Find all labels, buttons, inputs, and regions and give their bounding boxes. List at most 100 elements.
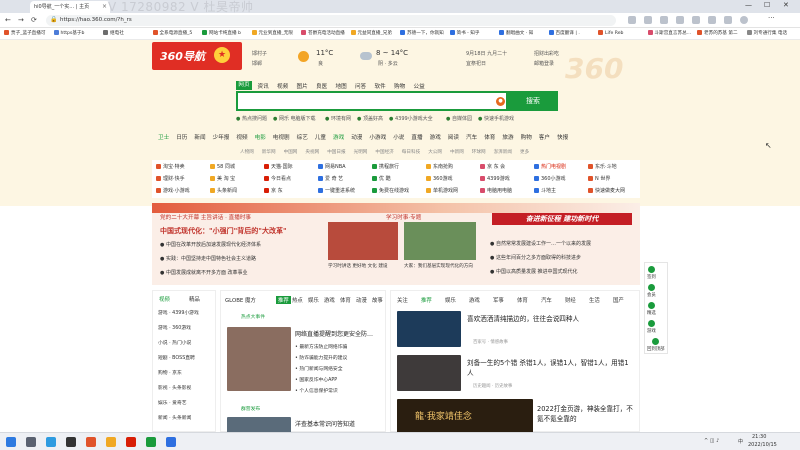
bookmark-item[interactable]: 翻唱曲文 · 知	[499, 30, 533, 36]
category-nav-item[interactable]: 旅游	[502, 133, 513, 141]
category-nav-item[interactable]: 小游戏	[369, 133, 386, 141]
hot-link[interactable]: ● 网乐 电脑版下载	[273, 115, 316, 122]
app-icon[interactable]	[86, 437, 96, 447]
more-menu-icon[interactable]: ···	[768, 14, 776, 22]
left-col-item[interactable]: 短剧 · BOSS直聘	[158, 354, 195, 361]
search-tab[interactable]: 问答	[355, 82, 366, 90]
banner-title[interactable]: 中国式现代化："小强门"背后的"大改革"	[160, 226, 287, 236]
category-nav-item[interactable]: 综艺	[297, 133, 308, 141]
site-link[interactable]: 东南抢购	[426, 163, 453, 170]
right-col-tab[interactable]: 财经	[565, 296, 576, 304]
news-site-link[interactable]: 光明网	[354, 149, 368, 155]
location-label[interactable]: 邯村子	[252, 50, 267, 57]
category-nav-item[interactable]: 游戏	[333, 133, 344, 141]
bookmark-item[interactable]: 元益同直播_兄弟	[350, 30, 392, 36]
extension-icon[interactable]	[660, 16, 668, 24]
news-site-link[interactable]: 中国网	[284, 149, 298, 155]
bookmark-item[interactable]: https基于b	[53, 30, 84, 36]
right-col-tab[interactable]: 推荐	[421, 296, 432, 304]
site-link[interactable]: 一键重进系统	[318, 187, 355, 194]
category-nav-item[interactable]: 直播	[411, 133, 422, 141]
search-tab[interactable]: 图片	[297, 82, 308, 90]
category-nav-item[interactable]: 体育	[484, 133, 495, 141]
left-col-tab[interactable]: 精品	[189, 295, 200, 303]
profile-avatar[interactable]	[740, 16, 748, 24]
site-link[interactable]: 免费在线游戏	[372, 187, 409, 194]
right-col-tab[interactable]: 生活	[589, 296, 600, 304]
site-link[interactable]: 360游戏	[426, 175, 453, 182]
site-link[interactable]: 斗地主	[534, 187, 556, 194]
category-nav-item[interactable]: 儿童	[315, 133, 326, 141]
site-link[interactable]: 美 淘 宝	[210, 175, 235, 182]
hot-link[interactable]: ● 顶盖好高	[357, 115, 383, 122]
banner-caption[interactable]: 学习时讲话 更好地 文化 建设	[328, 263, 388, 269]
news-site-link[interactable]: 中国经济	[375, 149, 393, 155]
extension-icon[interactable]	[644, 16, 652, 24]
site-link[interactable]: 优 酷	[372, 175, 391, 182]
maximize-icon[interactable]: ☐	[764, 1, 770, 9]
mid-col-tab[interactable]: 推荐	[276, 296, 291, 304]
right-col-tab[interactable]: 体育	[517, 296, 528, 304]
banner-photo[interactable]	[328, 222, 398, 260]
floating-item[interactable]: 回到顶部	[647, 338, 665, 352]
bookmark-item[interactable]: 贾子_蓝子直播可	[4, 30, 45, 36]
mid-sub[interactable]: • 最新方法防止网络诈骗	[295, 343, 347, 350]
hot-link[interactable]: ● 自媒体园	[446, 115, 472, 122]
category-nav-item[interactable]: 新闻	[194, 133, 205, 141]
category-nav-item[interactable]: 电影	[255, 133, 266, 141]
category-nav-item[interactable]: 游戏	[430, 133, 441, 141]
left-col-item[interactable]: 娱乐 · 爱奇艺	[158, 399, 187, 406]
bookmark-item[interactable]: 苍爵充电活动直播	[301, 30, 345, 36]
right-col-tab[interactable]: 关注	[397, 296, 408, 304]
site-link[interactable]: 4399游戏	[480, 175, 510, 182]
collections-icon[interactable]	[724, 16, 732, 24]
browser-tab[interactable]: hi0导航_一个实… | 主页 ×	[30, 1, 110, 13]
news-site-link[interactable]: 每日科技	[402, 149, 420, 155]
bookmark-item[interactable]: 全系电源直播_5	[152, 30, 192, 36]
news-headline[interactable]: 2022打金页游，神装全靠打，不氪不氪全靠的	[537, 403, 637, 423]
category-nav-item[interactable]: 动漫	[351, 133, 362, 141]
category-nav-item[interactable]: 视频	[236, 133, 247, 141]
search-tab[interactable]: 视频	[277, 82, 288, 90]
site-link[interactable]: N 世界	[588, 175, 610, 182]
forward-icon[interactable]: →	[18, 16, 24, 24]
extension-icon[interactable]	[628, 16, 636, 24]
app-icon[interactable]	[166, 437, 176, 447]
category-nav-item[interactable]: 汽车	[466, 133, 477, 141]
banner-right-item[interactable]: ● 自然常常发展建设工作一…一个以来的发展	[490, 240, 591, 247]
mid-col-tab[interactable]: 游戏	[324, 296, 335, 304]
search-tab[interactable]: 资讯	[258, 82, 269, 90]
floating-item[interactable]: 游戏	[647, 320, 656, 334]
bookmark-item[interactable]: Life Reb	[598, 30, 623, 36]
mid-news-item[interactable]: • 国家反诈中心APP	[295, 376, 337, 383]
bookmark-item[interactable]: 斗斯宫直言苏总…	[647, 30, 691, 36]
left-col-item[interactable]: 影视 · 头条影视	[158, 384, 191, 391]
mid-col-tab[interactable]: 娱乐	[308, 296, 319, 304]
bookmark-item[interactable]: 网站卡纯直播 b	[202, 30, 241, 36]
mid-col-tab[interactable]: 热点	[292, 296, 303, 304]
news-site-link[interactable]: 新华网	[262, 149, 276, 155]
site-link[interactable]: 单机游戏网	[426, 187, 458, 194]
mid-headline[interactable]: 网络直播提醒到您更安全防…	[295, 329, 373, 338]
mid-news-item[interactable]: • 个人信息保护常识	[295, 387, 338, 394]
hot-link[interactable]: ● 热点搜问题	[236, 115, 267, 122]
search-tab-active[interactable]: 网页	[236, 81, 252, 90]
banner-item[interactable]: ● 中国在改革开放后加速发展现代化经济体系	[160, 241, 261, 248]
hot-link[interactable]: ● 快速手机游戏	[478, 115, 514, 122]
left-col-item[interactable]: 新闻 · 头条新闻	[158, 414, 191, 421]
news-site-link[interactable]: 中国日报	[327, 149, 345, 155]
site-link[interactable]: 京 东	[264, 187, 283, 194]
news-site-link[interactable]: 环球网	[472, 149, 486, 155]
email-login-link[interactable]: 邮箱登录	[534, 60, 554, 67]
minimize-icon[interactable]: —	[745, 1, 752, 9]
bookmark-item[interactable]: 元业到直播_无限	[251, 30, 293, 36]
edge-browser-icon[interactable]	[46, 437, 56, 447]
news-headline[interactable]: 刘备一生的5个错 杀错1人，误错1人，智错1人，用错1人	[467, 357, 635, 377]
search-icon[interactable]	[26, 437, 36, 447]
hot-link[interactable]: ● 4399小游戏大全	[389, 115, 433, 122]
site-link[interactable]: 游戏·小游戏	[156, 187, 190, 194]
category-nav-item[interactable]: 小说	[393, 133, 404, 141]
search-tab[interactable]: 软件	[375, 82, 386, 90]
banner-headline[interactable]: 党的二十大开幕 主旨讲话 · 直播时事	[160, 213, 251, 221]
category-nav-item[interactable]: 卫士	[158, 133, 169, 141]
